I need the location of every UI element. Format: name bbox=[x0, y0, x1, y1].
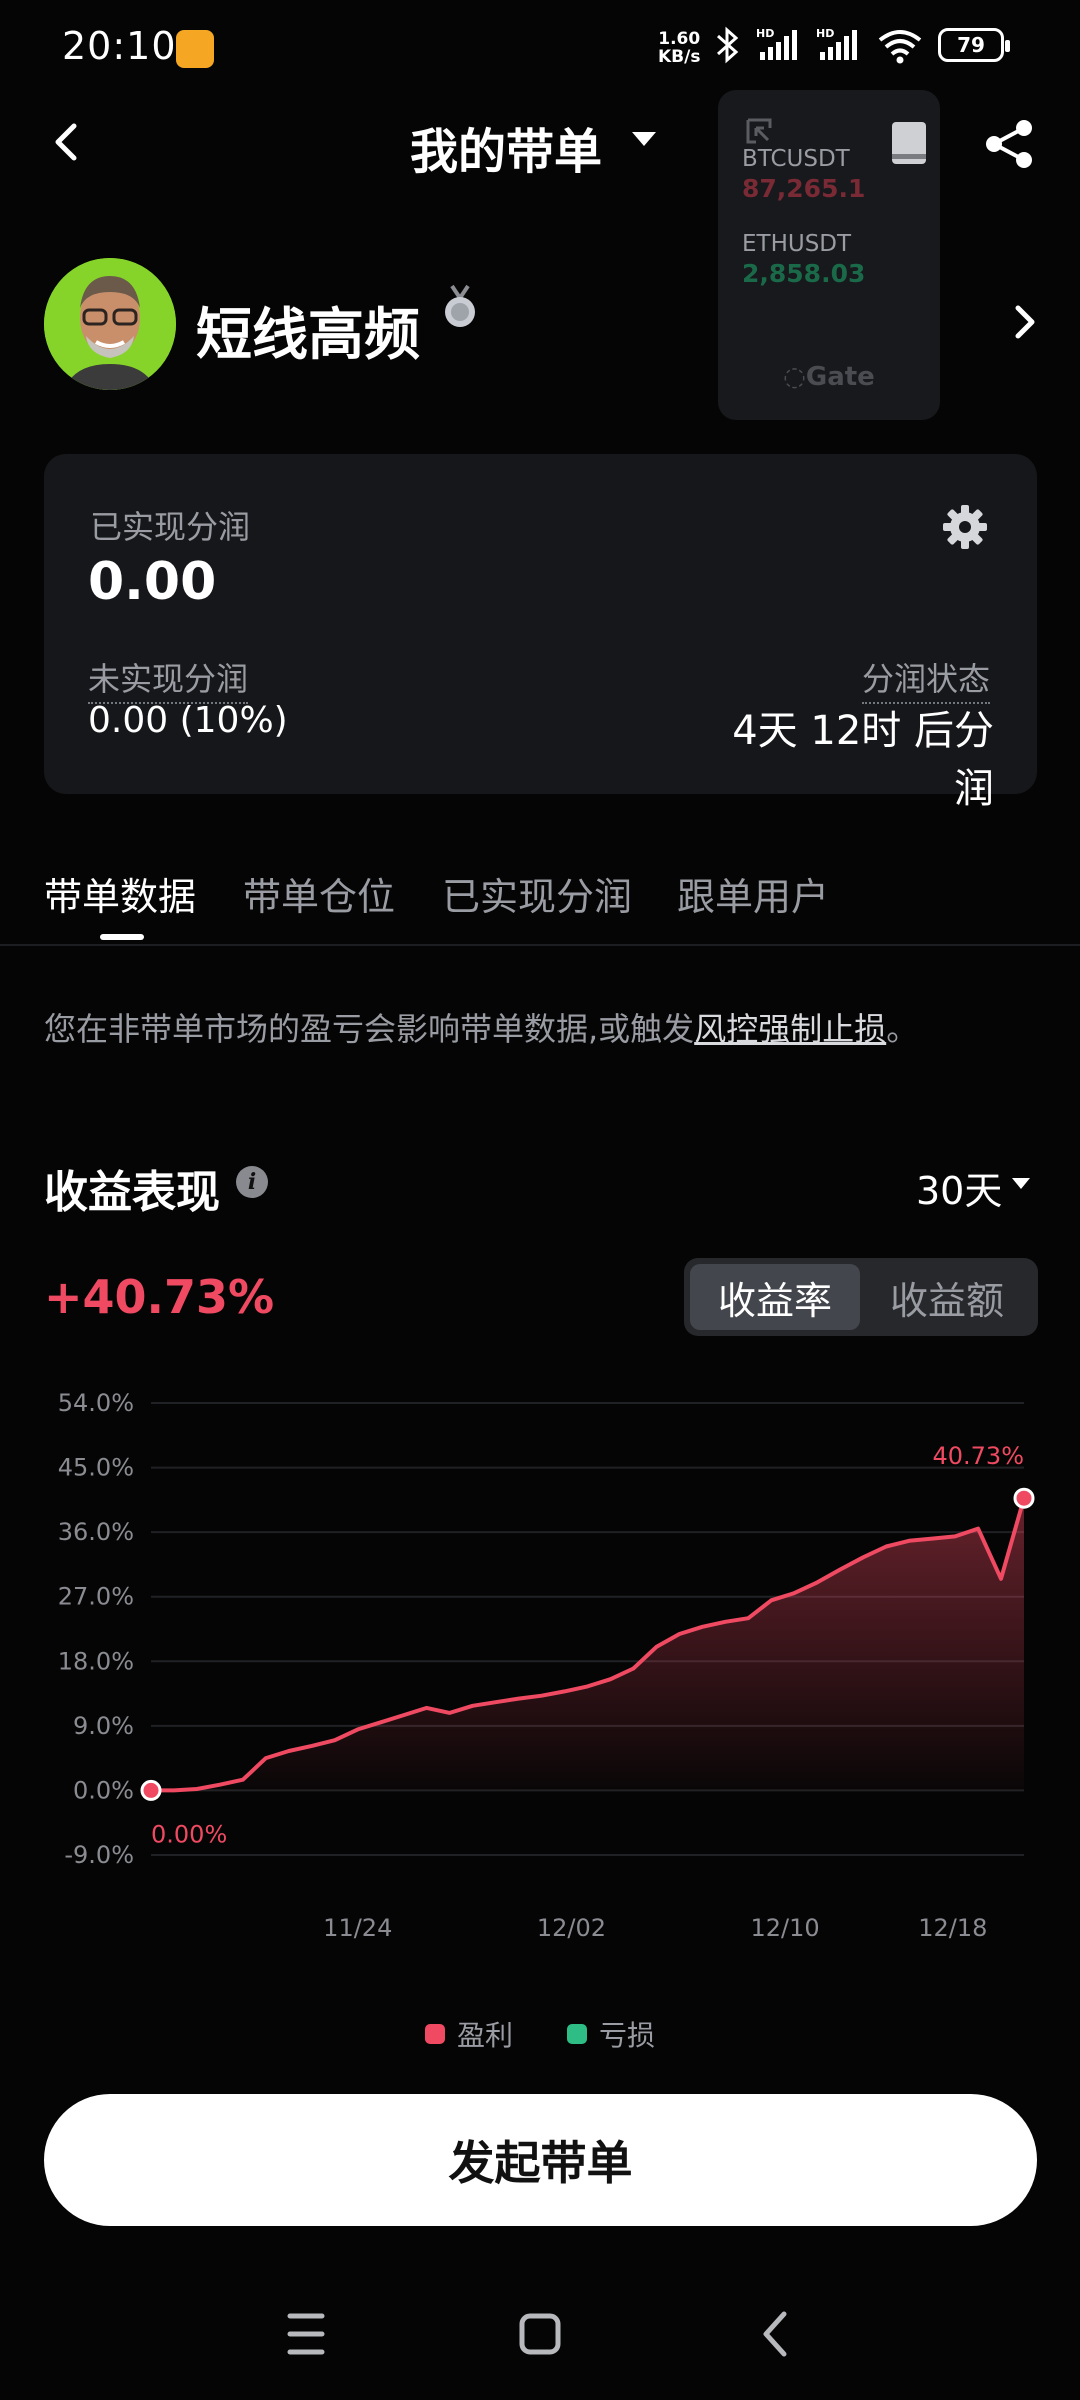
y-tick-label: 9.0% bbox=[73, 1712, 134, 1740]
return-value: +40.73% bbox=[44, 1270, 275, 1324]
y-tick-label: 27.0% bbox=[58, 1583, 134, 1611]
svg-text:HD: HD bbox=[756, 27, 774, 40]
start-label: 0.00% bbox=[151, 1820, 227, 1848]
toggle-return-rate[interactable]: 收益率 bbox=[690, 1264, 860, 1330]
start-point bbox=[140, 1779, 162, 1801]
chevron-down-icon[interactable] bbox=[1012, 1178, 1030, 1189]
x-tick-label: 12/02 bbox=[537, 1914, 606, 1942]
share-status-label[interactable]: 分润状态 bbox=[862, 654, 991, 704]
y-tick-label: 0.0% bbox=[73, 1776, 134, 1804]
ticker-price: 87,265.1 bbox=[742, 174, 866, 203]
book-icon[interactable] bbox=[890, 118, 930, 168]
start-lead-button[interactable]: 发起带单 bbox=[44, 2094, 1037, 2226]
metric-toggle: 收益率 收益额 bbox=[684, 1258, 1038, 1336]
performance-title: 收益表现 bbox=[44, 1167, 220, 1218]
legend-label: 盈利 bbox=[456, 2019, 513, 2052]
gear-icon[interactable] bbox=[940, 502, 990, 552]
signal-icon: HD bbox=[756, 27, 797, 60]
gate-logo: ◌Gate bbox=[783, 362, 875, 392]
gate-logo-text: Gate bbox=[805, 362, 875, 392]
toggle-return-amount[interactable]: 收益额 bbox=[862, 1264, 1032, 1330]
avatar-image bbox=[44, 258, 176, 390]
risk-notice-end: 。 bbox=[886, 1010, 919, 1048]
legend-swatch bbox=[567, 2024, 587, 2044]
unrealized-share-value: 0.00 (10%) bbox=[88, 700, 288, 741]
svg-text:HD: HD bbox=[816, 27, 834, 40]
price-ticker-widget[interactable]: BTCUSDT 87,265.1 ETHUSDT 2,858.03 ◌Gate bbox=[718, 90, 940, 420]
home-icon[interactable] bbox=[519, 2313, 561, 2355]
status-time: 20:10 bbox=[62, 24, 177, 68]
realized-share-label: 已实现分润 bbox=[90, 508, 251, 546]
risk-notice-text: 您在非带单市场的盈亏会影响带单数据,或触发 bbox=[44, 1010, 695, 1048]
chevron-right-icon[interactable] bbox=[1006, 300, 1042, 344]
tab-realized-share[interactable]: 已实现分润 bbox=[442, 866, 632, 921]
tabs-divider bbox=[0, 944, 1080, 946]
legend-loss: 亏损 bbox=[567, 2014, 655, 2054]
realized-share-value: 0.00 bbox=[88, 552, 217, 612]
y-tick-label: 54.0% bbox=[58, 1389, 134, 1417]
medal-icon bbox=[445, 284, 475, 327]
x-tick-label: 11/24 bbox=[323, 1914, 392, 1942]
menu-icon[interactable] bbox=[287, 2313, 325, 2355]
network-speed-unit: KB/s bbox=[658, 47, 701, 67]
legend-swatch bbox=[424, 2024, 445, 2044]
tab-lead-data[interactable]: 带单数据 bbox=[44, 866, 196, 921]
return-chart: 54.0% 45.0% 36.0% 27.0% 18.0% 9.0% 0.0% -9.0% 1… bbox=[58, 1389, 1035, 1942]
risk-control-link[interactable]: 风控强制止损 bbox=[694, 1010, 886, 1048]
back-nav-icon[interactable] bbox=[763, 2311, 787, 2357]
legend-label: 亏损 bbox=[599, 2019, 656, 2052]
x-tick-label: 12/10 bbox=[750, 1914, 819, 1942]
return-area bbox=[151, 1498, 1024, 1791]
y-tick-label: 18.0% bbox=[58, 1647, 134, 1675]
wifi-icon bbox=[878, 30, 922, 64]
avatar[interactable] bbox=[44, 258, 176, 390]
ticker-price: 2,858.03 bbox=[742, 259, 866, 288]
back-icon[interactable] bbox=[44, 112, 88, 172]
share-status-value: 4天 12时 后分润 bbox=[732, 708, 994, 812]
legend-profit: 盈利 bbox=[424, 2014, 513, 2054]
battery-indicator: 79 bbox=[938, 28, 1010, 62]
signal-icon-2: HD bbox=[816, 27, 857, 60]
notification-app-icon bbox=[176, 30, 214, 68]
network-speed: 1.60 KB/s bbox=[658, 30, 700, 66]
page-title[interactable]: 我的带单 bbox=[410, 112, 602, 182]
y-tick-label: 36.0% bbox=[58, 1518, 134, 1546]
chart-legend: 盈利 亏损 bbox=[0, 2014, 1080, 2054]
chevron-down-icon[interactable] bbox=[632, 132, 656, 146]
end-label: 40.73% bbox=[932, 1442, 1024, 1470]
y-tick-label: 45.0% bbox=[58, 1454, 134, 1482]
active-tab-indicator bbox=[100, 934, 144, 940]
share-icon[interactable] bbox=[980, 114, 1040, 174]
period-selector[interactable]: 30天 bbox=[916, 1160, 1002, 1215]
tab-lead-positions[interactable]: 带单仓位 bbox=[243, 866, 395, 921]
info-icon[interactable]: i bbox=[236, 1166, 268, 1198]
network-speed-value: 1.60 bbox=[658, 29, 701, 49]
ticker-symbol: ETHUSDT bbox=[742, 231, 852, 257]
risk-notice: 您在非带单市场的盈亏会影响带单数据,或触发风控强制止损。 bbox=[44, 1004, 918, 1050]
unrealized-share-label[interactable]: 未实现分润 bbox=[88, 654, 249, 704]
collapse-icon[interactable] bbox=[744, 116, 774, 146]
end-point bbox=[1013, 1487, 1035, 1509]
y-tick-label: -9.0% bbox=[64, 1841, 134, 1869]
x-tick-label: 12/18 bbox=[918, 1914, 987, 1942]
trader-name: 短线高频 bbox=[196, 303, 420, 368]
bluetooth-icon bbox=[717, 26, 739, 64]
tab-followers[interactable]: 跟单用户 bbox=[677, 866, 829, 921]
status-icons: HD HD 79 bbox=[714, 26, 1010, 64]
system-nav-bar bbox=[287, 2311, 787, 2357]
